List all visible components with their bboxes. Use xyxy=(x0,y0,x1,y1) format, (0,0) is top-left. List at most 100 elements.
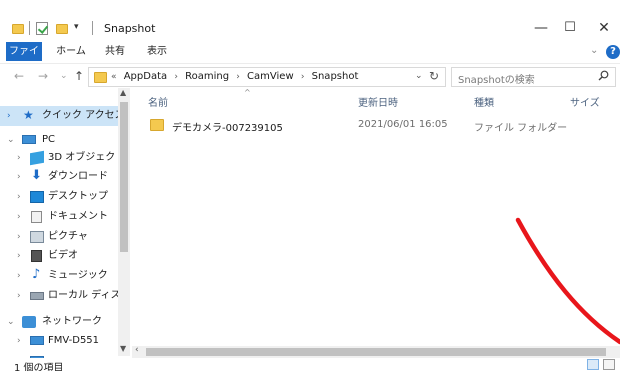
download-arrow-icon: ⬇ xyxy=(31,168,42,183)
sidebar-item-quick-access[interactable]: › ★ クイック アクセス xyxy=(0,106,125,126)
column-header-label: 名前 xyxy=(148,98,168,109)
item-count: 1 個の項目 xyxy=(14,363,64,371)
column-header-type[interactable]: 種類 xyxy=(474,94,494,109)
sidebar-item-label: ビデオ xyxy=(48,250,78,261)
scroll-up-arrow-icon[interactable]: ▲ xyxy=(120,88,126,97)
breadcrumb-overflow[interactable]: « xyxy=(111,72,117,82)
chevron-right-icon[interactable]: › xyxy=(17,331,21,351)
sidebar-item-label: ミュージック xyxy=(48,270,108,281)
minimize-button[interactable]: — xyxy=(526,18,556,38)
new-folder-icon[interactable] xyxy=(56,24,68,34)
search-icon[interactable] xyxy=(598,70,609,81)
star-icon: ★ xyxy=(23,108,34,122)
breadcrumb-item[interactable]: AppData xyxy=(124,71,167,82)
sidebar-item-partial[interactable] xyxy=(0,351,120,358)
sidebar-item-pictures[interactable]: › ピクチャ xyxy=(0,227,120,247)
sort-ascending-icon: ^ xyxy=(244,88,251,97)
desktop-icon xyxy=(30,191,44,203)
hard-drive-icon xyxy=(30,292,44,300)
folder-icon xyxy=(150,119,164,131)
tab-file[interactable]: ファイル xyxy=(6,42,42,76)
sidebar-item-label: デスクトップ xyxy=(48,191,108,202)
video-icon xyxy=(31,250,42,262)
recent-locations-dropdown[interactable]: ⌄ xyxy=(60,71,68,81)
status-bar: 1 個の項目 xyxy=(0,358,620,371)
sidebar-item-desktop[interactable]: › デスクトップ xyxy=(0,187,120,207)
divider xyxy=(92,21,93,35)
sidebar-item-label: ピクチャ xyxy=(48,231,88,242)
expand-ribbon-chevron-icon[interactable]: ⌄ xyxy=(590,45,598,56)
chevron-right-icon[interactable]: › xyxy=(7,106,11,126)
file-list-horizontal-scrollbar[interactable]: ‹ xyxy=(132,345,620,358)
breadcrumb-item[interactable]: CamView xyxy=(247,71,294,82)
chevron-right-icon[interactable]: › xyxy=(236,72,240,82)
chevron-right-icon[interactable]: › xyxy=(17,207,21,227)
scrollbar-thumb[interactable] xyxy=(120,102,128,252)
cube-icon xyxy=(30,150,44,166)
chevron-right-icon[interactable]: › xyxy=(17,227,21,247)
network-icon xyxy=(22,316,36,328)
sidebar-item-label: ネットワーク xyxy=(42,316,102,327)
chevron-right-icon[interactable]: › xyxy=(17,286,21,306)
music-note-icon: ♪ xyxy=(32,267,41,282)
file-list: 名前 ^ 更新日時 種類 サイズ デモカメラ-007239105 2021/06… xyxy=(132,88,620,346)
up-button[interactable]: ↑ xyxy=(74,69,84,83)
chevron-right-icon[interactable]: › xyxy=(17,148,21,168)
search-input[interactable]: Snapshotの検索 xyxy=(451,67,616,87)
address-bar[interactable]: « AppData › Roaming › CamView › Snapshot… xyxy=(88,67,446,87)
chevron-right-icon[interactable]: › xyxy=(17,246,21,266)
sidebar-item-downloads[interactable]: › ⬇ ダウンロード xyxy=(0,167,120,187)
maximize-button[interactable]: ☐ xyxy=(555,18,585,38)
details-view-button[interactable] xyxy=(587,359,599,370)
computer-icon xyxy=(22,135,36,144)
sidebar-item-documents[interactable]: › ドキュメント xyxy=(0,207,120,227)
chevron-right-icon[interactable]: › xyxy=(17,266,21,286)
column-header-name[interactable]: 名前 xyxy=(148,94,168,109)
column-header-size[interactable]: サイズ xyxy=(570,94,600,109)
chevron-right-icon[interactable]: › xyxy=(17,167,21,187)
scroll-left-arrow-icon[interactable]: ‹ xyxy=(135,345,139,355)
sidebar-item-fmv-d551[interactable]: › FMV-D551 xyxy=(0,331,120,351)
address-dropdown-icon[interactable]: ⌄ xyxy=(415,71,423,81)
sidebar-item-label: クイック アクセス xyxy=(42,110,125,121)
tab-view[interactable]: 表示 xyxy=(142,42,172,61)
navigation-pane-scrollbar[interactable]: ▲ ▼ xyxy=(118,88,130,356)
chevron-right-icon[interactable]: › xyxy=(301,72,305,82)
quick-access-toolbar-dropdown[interactable]: ▾ xyxy=(74,22,79,32)
sidebar-item-label: ダウンロード xyxy=(48,171,108,182)
chevron-right-icon[interactable]: › xyxy=(17,187,21,207)
breadcrumb-item[interactable]: Roaming xyxy=(185,71,229,82)
back-button[interactable]: ← xyxy=(14,69,24,83)
scroll-down-arrow-icon[interactable]: ▼ xyxy=(120,344,126,353)
sidebar-item-videos[interactable]: › ビデオ xyxy=(0,246,120,266)
computer-icon xyxy=(30,336,44,345)
folder-icon xyxy=(12,24,24,34)
properties-icon[interactable] xyxy=(36,22,48,35)
close-button[interactable]: ✕ xyxy=(589,18,619,38)
column-header-modified[interactable]: 更新日時 xyxy=(358,94,398,109)
file-modified: 2021/06/01 16:05 xyxy=(358,119,448,130)
large-icons-view-button[interactable] xyxy=(603,359,615,370)
tab-share[interactable]: 共有 xyxy=(100,42,130,61)
file-name: デモカメラ-007239105 xyxy=(172,123,283,134)
sidebar-item-3d-objects[interactable]: › 3D オブジェクト xyxy=(0,148,125,168)
sidebar-item-music[interactable]: › ♪ ミュージック xyxy=(0,266,120,286)
sidebar-item-local-disk[interactable]: › ローカル ディスク (C xyxy=(0,286,132,306)
chevron-down-icon[interactable]: ⌄ xyxy=(7,130,15,150)
refresh-icon[interactable]: ↻ xyxy=(429,69,439,83)
chevron-right-icon[interactable]: › xyxy=(174,72,178,82)
navigation-pane: › ★ クイック アクセス ⌄ PC › 3D オブジェクト › ⬇ ダウンロー… xyxy=(0,88,132,358)
sidebar-item-label: ドキュメント xyxy=(48,211,108,222)
ribbon-tabs: ファイル ホーム 共有 表示 ⌄ ? xyxy=(0,42,620,76)
forward-button[interactable]: → xyxy=(38,69,48,83)
help-icon[interactable]: ? xyxy=(606,45,620,59)
breadcrumb-item[interactable]: Snapshot xyxy=(312,71,359,82)
list-item[interactable]: デモカメラ-007239105 2021/06/01 16:05 ファイル フォ… xyxy=(140,116,610,136)
breadcrumb: « AppData › Roaming › CamView › Snapshot xyxy=(111,71,362,82)
sidebar-item-pc[interactable]: ⌄ PC xyxy=(0,130,120,150)
scrollbar-thumb[interactable] xyxy=(146,348,606,356)
document-icon xyxy=(31,211,42,223)
chevron-down-icon[interactable]: ⌄ xyxy=(7,312,15,332)
tab-home[interactable]: ホーム xyxy=(54,42,88,61)
sidebar-item-network[interactable]: ⌄ ネットワーク xyxy=(0,312,120,332)
